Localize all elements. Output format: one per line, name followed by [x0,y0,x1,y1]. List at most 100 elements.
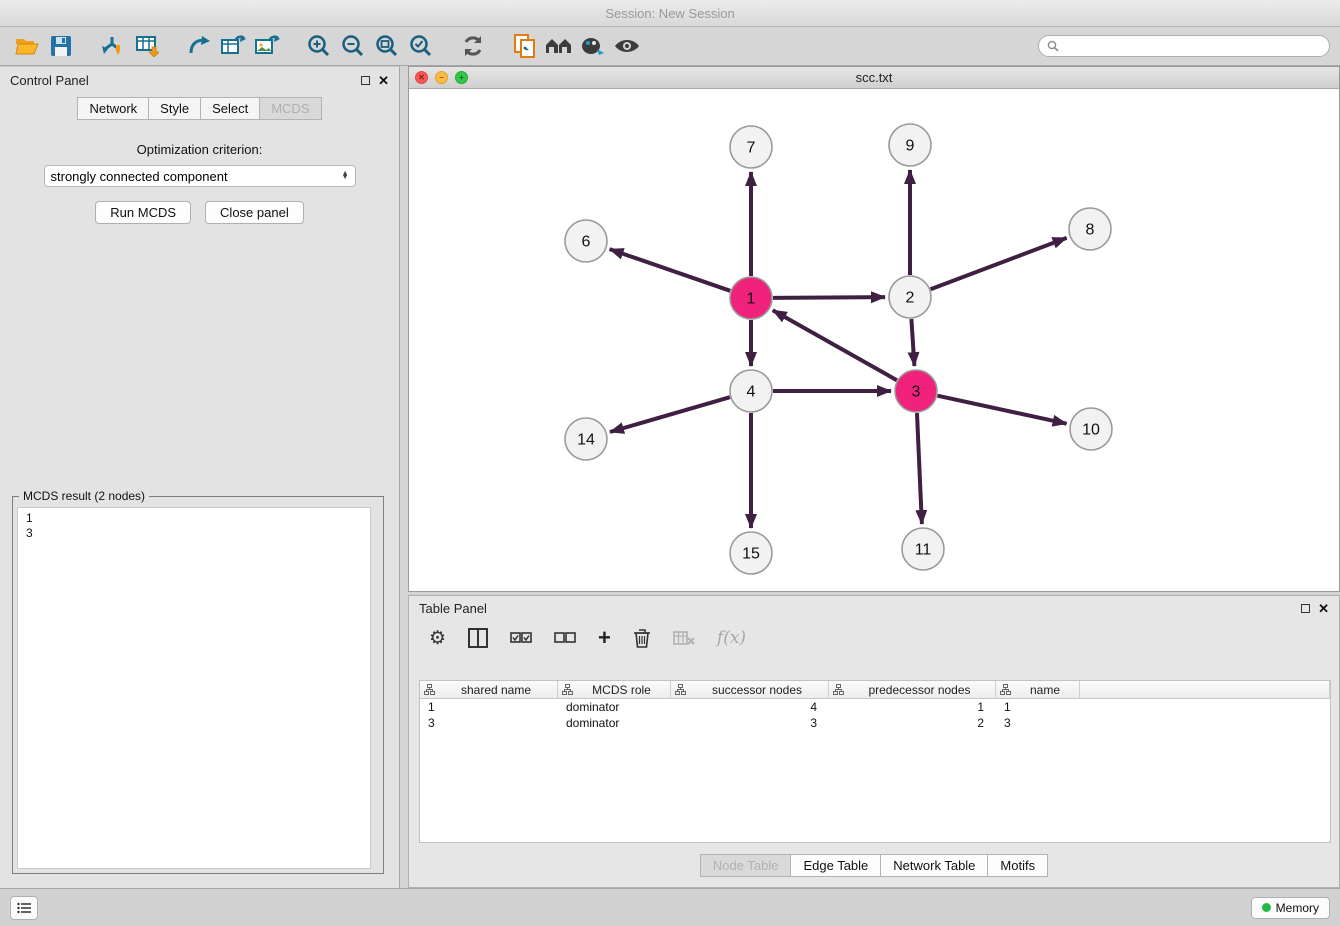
close-panel-button[interactable]: Close panel [205,201,304,224]
show-columns-icon[interactable] [468,625,488,651]
cell-r1-c4[interactable]: 3 [996,715,1080,731]
result-line: 1 [26,511,362,526]
tab-node-table[interactable]: Node Table [700,854,791,877]
cell-r1-c1[interactable]: dominator [558,715,671,731]
chevron-updown-icon: ▲▼ [342,172,349,180]
cell-r0-c4[interactable]: 1 [996,699,1080,715]
table-settings-icon[interactable]: ⚙ [429,625,446,651]
title-bar: Session: New Session [0,0,1340,27]
tab-motifs[interactable]: Motifs [987,854,1048,877]
memory-status-icon [1262,903,1271,912]
column-header-name[interactable]: name [996,681,1080,699]
edge-2-8[interactable] [931,238,1067,289]
node-label-3: 3 [912,384,921,401]
zoom-fit-icon[interactable] [370,30,404,62]
delete-column-icon[interactable] [673,625,695,651]
save-session-icon[interactable] [44,30,78,62]
refresh-icon[interactable] [456,30,490,62]
cell-r1-c3[interactable]: 2 [829,715,996,731]
select-all-icon[interactable] [510,625,532,651]
task-history-button[interactable] [10,896,38,920]
table-panel-title: Table Panel [419,601,487,616]
edge-1-2[interactable] [773,297,885,298]
network-canvas[interactable]: 7968124314101511 [409,89,1339,591]
cell-r1-c0[interactable]: 3 [420,715,558,731]
cell-r0-c2[interactable]: 4 [671,699,829,715]
edge-2-3[interactable] [911,319,914,366]
mcds-result-group: MCDS result (2 nodes) 1 3 [12,496,384,874]
function-builder-icon[interactable]: f(x) [717,625,746,651]
search-icon [1047,40,1059,52]
import-table-icon[interactable] [130,30,164,62]
column-header-empty [1080,681,1330,699]
tab-select[interactable]: Select [200,97,259,120]
edge-3-1[interactable] [773,310,897,380]
cell-r1-c2[interactable]: 3 [671,715,829,731]
home-icon[interactable] [542,30,576,62]
optimization-criterion-dropdown[interactable]: strongly connected component ▲▼ [44,165,356,187]
close-panel-icon[interactable]: ✕ [378,74,389,87]
mcds-result-list[interactable]: 1 3 [17,507,371,869]
tab-network[interactable]: Network [77,97,148,120]
column-header-predecessor-nodes[interactable]: predecessor nodes [829,681,996,699]
tab-edge-table[interactable]: Edge Table [790,854,880,877]
column-header-mcds-role[interactable]: MCDS role [558,681,671,699]
dropdown-selected-value: strongly connected component [51,169,228,184]
zoom-selected-icon[interactable] [404,30,438,62]
sort-icon [833,684,844,695]
add-column-icon[interactable]: + [598,625,611,651]
tab-network-table[interactable]: Network Table [880,854,987,877]
cell-r1-c5[interactable] [1080,715,1330,731]
tab-style[interactable]: Style [148,97,200,120]
mcds-result-title: MCDS result (2 nodes) [19,489,149,503]
close-table-panel-icon[interactable]: ✕ [1318,602,1329,615]
export-table-icon[interactable] [216,30,250,62]
network-view-window: scc.txt ✕ − + 7968124314101511 [408,66,1340,592]
eye-icon[interactable] [610,30,644,62]
float-panel-icon[interactable] [361,76,370,85]
control-panel: Control Panel ✕ Network Style Select MCD… [0,66,400,888]
cell-r0-c5[interactable] [1080,699,1330,715]
load-network-icon[interactable] [182,30,216,62]
column-header-successor-nodes[interactable]: successor nodes [671,681,829,699]
list-icon [17,902,31,914]
search-field[interactable] [1038,35,1330,57]
edge-3-11[interactable] [917,413,922,524]
network-window-titlebar[interactable]: scc.txt ✕ − + [409,67,1339,89]
cell-r0-c0[interactable]: 1 [420,699,558,715]
node-label-2: 2 [906,290,915,307]
control-panel-title: Control Panel [10,73,89,88]
table-tabs: Node Table Edge Table Network Table Moti… [409,854,1339,877]
cell-r0-c3[interactable]: 1 [829,699,996,715]
search-input[interactable] [1064,39,1321,53]
column-header-shared-name[interactable]: shared name [420,681,558,699]
run-mcds-button[interactable]: Run MCDS [95,201,191,224]
control-panel-tabs: Network Style Select MCDS [0,97,399,120]
table-toolbar: ⚙ + f(x) [409,620,1339,656]
edge-3-10[interactable] [937,396,1066,424]
edge-4-14[interactable] [610,397,730,432]
style-brush-icon[interactable] [576,30,610,62]
import-network-icon[interactable] [96,30,130,62]
copy-view-icon[interactable] [508,30,542,62]
node-label-1: 1 [747,291,756,308]
node-label-9: 9 [906,138,915,155]
float-table-panel-icon[interactable] [1301,604,1310,613]
main-toolbar [0,27,1340,66]
export-image-icon[interactable] [250,30,284,62]
zoom-in-icon[interactable] [302,30,336,62]
memory-button[interactable]: Memory [1251,897,1330,919]
deselect-all-icon[interactable] [554,625,576,651]
result-line: 3 [26,526,362,541]
node-label-11: 11 [915,542,932,559]
edge-1-6[interactable] [610,249,731,291]
zoom-out-icon[interactable] [336,30,370,62]
delete-row-icon[interactable] [633,625,651,651]
status-bar: Memory [0,888,1340,926]
tab-mcds[interactable]: MCDS [259,97,321,120]
optimization-criterion-label: Optimization criterion: [0,142,399,157]
open-session-icon[interactable] [10,30,44,62]
table-header-row: shared nameMCDS rolesuccessor nodesprede… [420,681,1330,699]
node-label-15: 15 [742,546,760,563]
cell-r0-c1[interactable]: dominator [558,699,671,715]
